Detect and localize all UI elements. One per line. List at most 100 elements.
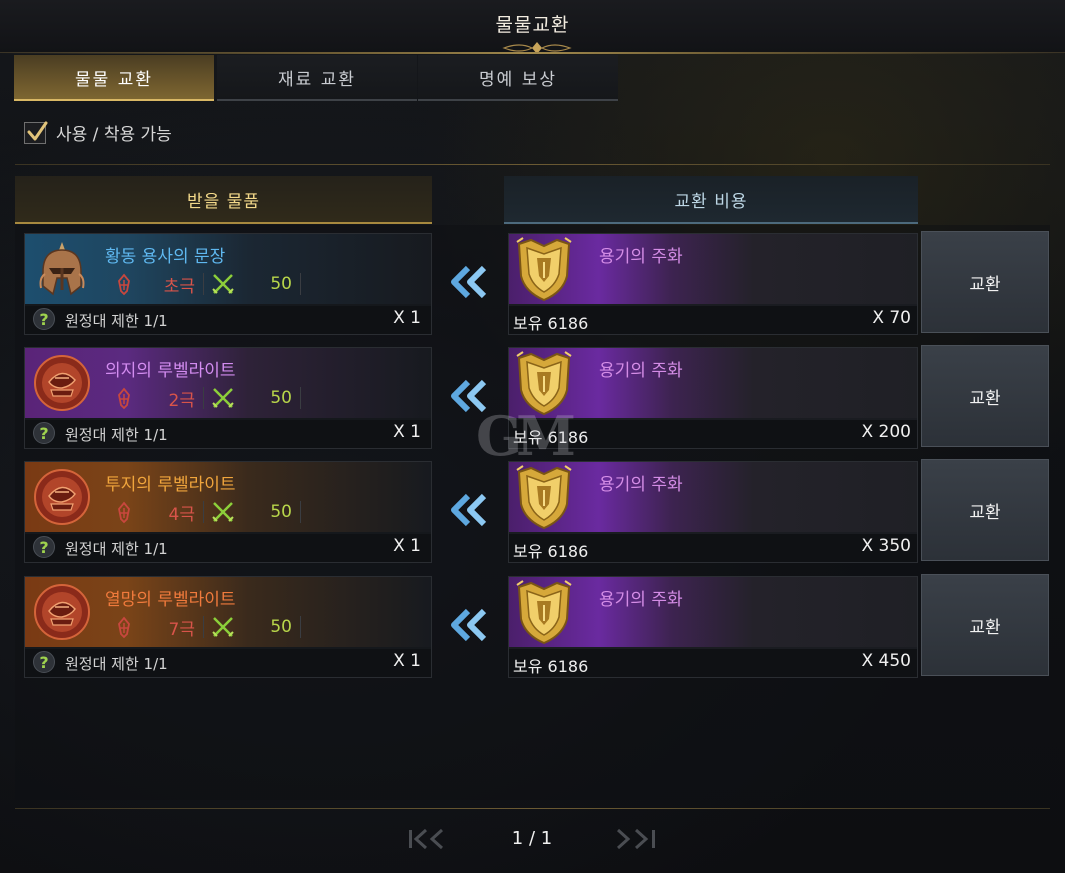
stat-divider <box>300 501 301 523</box>
courage-coin-icon <box>513 236 575 304</box>
exchange-button[interactable]: 교환 <box>921 574 1049 676</box>
reward-item-level: 50 <box>270 502 292 522</box>
tab-honor-reward[interactable]: 명예 보상 <box>418 55 618 101</box>
usable-filter-label: 사용 / 착용 가능 <box>56 125 172 145</box>
stat-divider <box>203 387 204 409</box>
help-icon[interactable]: ? <box>33 422 55 444</box>
rubellite-icon <box>31 581 93 643</box>
owned-amount: 보유 6186 <box>513 542 589 561</box>
reward-item-footer: ? 원정대 제한 1/1 X 1 <box>25 534 431 562</box>
reward-item-card[interactable]: 투지의 루벨라이트 4극 50 ? 원정대 제한 1/1 X 1 <box>24 461 432 563</box>
exchange-row: 열망의 루벨라이트 7극 50 ? 원정대 제한 1/1 X 1 용기의 주화 … <box>0 574 1065 682</box>
help-icon[interactable]: ? <box>33 536 55 558</box>
receive-column-header: 받을 물품 <box>15 176 432 224</box>
first-page-icon <box>409 828 444 850</box>
reward-item-card[interactable]: 열망의 루벨라이트 7극 50 ? 원정대 제한 1/1 X 1 <box>24 576 432 678</box>
cost-item-card[interactable]: 용기의 주화 보유 6186 X 70 <box>508 233 918 335</box>
reward-item-stats: 7극 50 <box>111 615 301 640</box>
crossed-swords-icon <box>212 274 234 294</box>
reward-item-grade: 7극 <box>168 619 195 640</box>
help-icon[interactable]: ? <box>33 308 55 330</box>
reward-item-level: 50 <box>270 274 292 294</box>
reward-item-grade: 초극 <box>163 276 195 297</box>
grade-icon <box>118 387 130 410</box>
reward-item-footer: ? 원정대 제한 1/1 X 1 <box>25 649 431 677</box>
reward-item-grade: 2극 <box>168 390 195 411</box>
cost-column-header: 교환 비용 <box>504 176 918 224</box>
cost-item-footer: 보유 6186 X 350 <box>509 534 917 562</box>
cost-item-header: 용기의 주화 <box>509 348 917 418</box>
reward-item-card[interactable]: 황동 용사의 문장 초극 50 ? 원정대 제한 1/1 X 1 <box>24 233 432 335</box>
cost-item-footer: 보유 6186 X 70 <box>509 306 917 334</box>
cost-item-card[interactable]: 용기의 주화 보유 6186 X 450 <box>508 576 918 678</box>
expedition-limit: 원정대 제한 1/1 <box>65 655 168 673</box>
reward-item-level: 50 <box>270 388 292 408</box>
crossed-swords-icon <box>212 617 234 637</box>
cost-item-name: 용기의 주화 <box>599 247 683 267</box>
reward-item-stats: 초극 50 <box>111 272 301 297</box>
stat-divider <box>203 616 204 638</box>
crossed-swords-icon <box>212 388 234 408</box>
reward-item-card[interactable]: 의지의 루벨라이트 2극 50 ? 원정대 제한 1/1 X 1 <box>24 347 432 449</box>
window-title: 물물교환 <box>495 14 570 36</box>
exchange-button[interactable]: 교환 <box>921 459 1049 561</box>
rubellite-icon <box>31 352 93 414</box>
reward-item-footer: ? 원정대 제한 1/1 X 1 <box>25 306 431 334</box>
cost-quantity: X 350 <box>861 536 912 556</box>
exchange-button[interactable]: 교환 <box>921 345 1049 447</box>
reward-item-level: 50 <box>270 617 292 637</box>
last-page-icon <box>616 828 655 850</box>
double-chevron-left-icon <box>451 265 487 299</box>
cost-item-name: 용기의 주화 <box>599 590 683 610</box>
title-divider <box>0 52 1065 54</box>
cost-item-name: 용기의 주화 <box>599 361 683 381</box>
cost-quantity: X 70 <box>872 308 911 328</box>
exchange-row: 황동 용사의 문장 초극 50 ? 원정대 제한 1/1 X 1 용기의 주화 … <box>0 231 1065 339</box>
stat-divider <box>300 616 301 638</box>
cost-item-name: 용기의 주화 <box>599 475 683 495</box>
cost-quantity: X 450 <box>861 651 912 671</box>
tab-material-exchange[interactable]: 재료 교환 <box>217 55 417 101</box>
reward-item-name: 투지의 루벨라이트 <box>105 475 236 495</box>
reward-item-footer: ? 원정대 제한 1/1 X 1 <box>25 420 431 448</box>
reward-quantity: X 1 <box>393 308 421 328</box>
checkmark-icon <box>27 121 48 140</box>
cost-item-header: 용기의 주화 <box>509 462 917 532</box>
reward-item-header: 열망의 루벨라이트 7극 50 <box>25 577 431 647</box>
page-indicator: 1 / 1 <box>511 828 553 849</box>
tab-barter[interactable]: 물물 교환 <box>14 55 214 101</box>
cost-item-header: 용기의 주화 <box>509 234 917 304</box>
courage-coin-icon <box>513 579 575 647</box>
stat-divider <box>300 273 301 295</box>
reward-quantity: X 1 <box>393 422 421 442</box>
reward-item-stats: 2극 50 <box>111 386 301 411</box>
expedition-limit: 원정대 제한 1/1 <box>65 426 168 444</box>
title-bar: 물물교환 <box>0 0 1065 54</box>
reward-item-stats: 4극 50 <box>111 500 301 525</box>
cost-quantity: X 200 <box>861 422 912 442</box>
double-chevron-left-icon <box>451 493 487 527</box>
stat-divider <box>300 387 301 409</box>
barter-window: 물물교환 물물 교환 재료 교환 명예 보상 사용 / 착용 가능 받을 물품 … <box>0 0 1065 873</box>
usable-checkbox[interactable] <box>24 121 48 144</box>
grade-icon <box>118 273 130 296</box>
exchange-row: 투지의 루벨라이트 4극 50 ? 원정대 제한 1/1 X 1 용기의 주화 … <box>0 459 1065 567</box>
first-page-button[interactable] <box>406 826 454 852</box>
double-chevron-left-icon <box>451 608 487 642</box>
expedition-limit: 원정대 제한 1/1 <box>65 312 168 330</box>
reward-item-name: 의지의 루벨라이트 <box>105 361 236 381</box>
stat-divider <box>203 273 204 295</box>
last-page-button[interactable] <box>612 826 660 852</box>
usable-filter[interactable]: 사용 / 착용 가능 <box>24 120 172 145</box>
owned-amount: 보유 6186 <box>513 314 589 333</box>
reward-item-header: 의지의 루벨라이트 2극 50 <box>25 348 431 418</box>
reward-item-name: 황동 용사의 문장 <box>105 247 226 267</box>
reward-item-grade: 4극 <box>168 504 195 525</box>
reward-item-name: 열망의 루벨라이트 <box>105 590 236 610</box>
grade-icon <box>118 616 130 639</box>
reward-item-header: 황동 용사의 문장 초극 50 <box>25 234 431 304</box>
exchange-button[interactable]: 교환 <box>921 231 1049 333</box>
reward-quantity: X 1 <box>393 536 421 556</box>
cost-item-card[interactable]: 용기의 주화 보유 6186 X 350 <box>508 461 918 563</box>
help-icon[interactable]: ? <box>33 651 55 673</box>
